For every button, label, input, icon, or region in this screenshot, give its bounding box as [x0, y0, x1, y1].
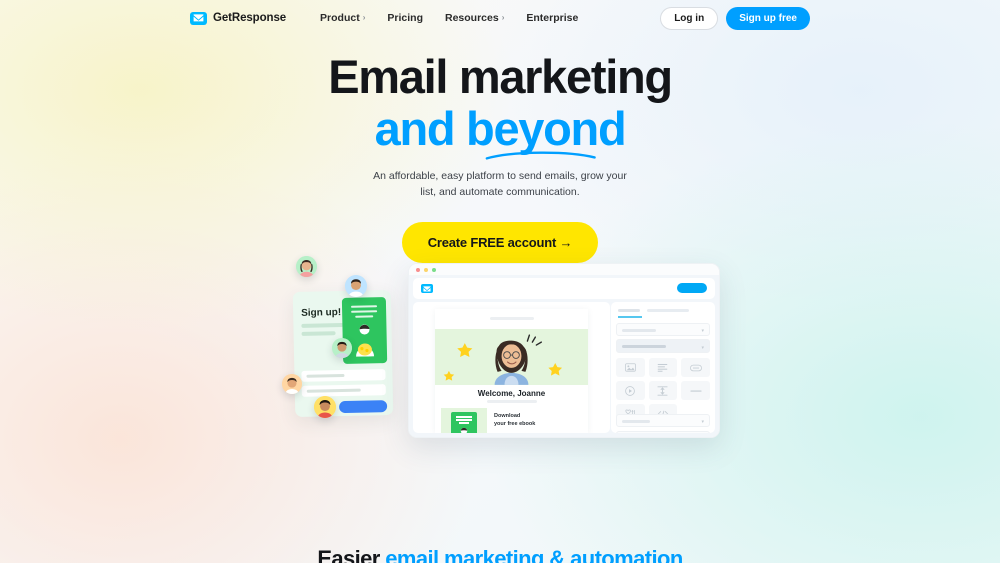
brand-logo[interactable]: GetResponse: [190, 11, 287, 25]
app-viewport: Welcome, Joanne Download your free ebook…: [409, 275, 719, 437]
next-section-heading: Easier email marketing & automation: [0, 546, 1000, 563]
header-actions: Log in Sign up free: [660, 6, 810, 30]
avatar: [332, 338, 352, 358]
placeholder-bar: [351, 310, 378, 313]
browser-title-bar: [409, 264, 719, 275]
signup-input-email[interactable]: [301, 369, 386, 382]
site-header: GetResponse Product › Pricing Resources …: [0, 0, 1000, 36]
nav-item-product[interactable]: Product ›: [320, 12, 365, 24]
ebook-text-line-1: Download: [494, 413, 521, 419]
traffic-light-maximize-icon: [432, 268, 436, 272]
avatar: [282, 374, 302, 394]
avatar-face: [332, 338, 352, 358]
envelope-icon: [421, 284, 433, 293]
signup-card-title: Sign up!: [301, 307, 342, 319]
nav-item-enterprise[interactable]: Enterprise: [526, 12, 578, 24]
page-title: Email marketing and beyond: [0, 50, 1000, 160]
avatar-face: [314, 396, 336, 418]
headline-line-1: Email marketing: [328, 50, 673, 103]
signup-input-name[interactable]: [301, 384, 386, 397]
woman-photo: [435, 329, 588, 385]
video-block-icon[interactable]: [616, 381, 645, 400]
landing-page: GetResponse Product › Pricing Resources …: [0, 0, 1000, 563]
nav-label: Pricing: [387, 12, 423, 24]
placeholder-bar: [486, 400, 537, 403]
brand-name: GetResponse: [213, 12, 287, 24]
email-header: [435, 309, 588, 329]
signup-card-submit-button[interactable]: [338, 400, 388, 414]
active-tab-underline: [618, 316, 642, 318]
placeholder-bar: [351, 305, 378, 308]
next-section-heading-accent: email marketing & automation: [385, 546, 683, 563]
sidebar-dropdown-4[interactable]: ▾: [616, 431, 710, 433]
divider-block-icon[interactable]: [681, 381, 710, 400]
ebook-thumbnail: [441, 408, 487, 433]
main-nav: Product › Pricing Resources › Enterprise: [320, 12, 578, 24]
chevron-down-icon: ▾: [701, 345, 704, 351]
sidebar-tab-settings[interactable]: [647, 309, 689, 312]
underline-swoosh-icon: [485, 151, 596, 160]
next-section-heading-dark: Easier: [317, 546, 386, 563]
signup-button[interactable]: Sign up free: [726, 6, 810, 30]
envelope-icon: [190, 11, 207, 25]
sidebar-tab-blocks[interactable]: [618, 309, 640, 312]
avatar: [345, 275, 367, 297]
placeholder-bar: [622, 420, 650, 423]
placeholder-bar: [306, 388, 361, 393]
person-illustration-icon: [356, 324, 375, 357]
ebook-text-line-2: your free ebook: [494, 421, 536, 428]
email-ebook-block: Download your free ebook: [441, 408, 582, 433]
button-block-icon[interactable]: [681, 358, 710, 377]
placeholder-bar: [301, 322, 344, 328]
placeholder-bar: [622, 329, 656, 332]
sidebar-dropdown-3[interactable]: ▾: [616, 414, 710, 427]
spacer-block-icon[interactable]: [648, 381, 678, 400]
chevron-right-icon: ›: [362, 13, 366, 22]
chevron-down-icon: ▾: [701, 419, 704, 425]
email-hero-image: [435, 329, 588, 385]
text-block-icon[interactable]: [648, 358, 678, 377]
traffic-light-minimize-icon: [424, 268, 428, 272]
ebook-text: Download your free ebook: [494, 408, 538, 433]
sidebar-dropdown-1[interactable]: ▾: [616, 323, 710, 336]
email-preview: Welcome, Joanne Download your free ebook: [435, 309, 588, 433]
avatar-face: [345, 275, 367, 297]
headline-line-2: and beyond: [374, 101, 627, 160]
ebook-cover-image: [451, 412, 477, 433]
editor-sidebar: ▾ ▾ ▾: [611, 302, 715, 433]
chevron-down-icon: ▾: [701, 328, 704, 334]
avatar-face: [296, 256, 317, 277]
app-primary-button[interactable]: [677, 283, 707, 293]
browser-window-mockup: Welcome, Joanne Download your free ebook…: [408, 263, 720, 438]
traffic-light-close-icon: [416, 268, 420, 272]
app-toolbar: [413, 278, 715, 299]
placeholder-bar: [622, 345, 666, 348]
placeholder-bar: [489, 317, 534, 320]
placeholder-bar: [306, 373, 345, 378]
placeholder-bar: [301, 331, 336, 336]
hero-section: Email marketing and beyond An affordable…: [0, 50, 1000, 280]
nav-label: Resources: [444, 12, 499, 24]
hero-subtitle: An affordable, easy platform to send ema…: [373, 169, 627, 198]
headline-line-2-text: and beyond: [374, 101, 627, 155]
nav-label: Product: [320, 12, 360, 24]
nav-label: Enterprise: [526, 12, 579, 24]
email-canvas: Welcome, Joanne Download your free ebook: [413, 302, 610, 433]
login-button[interactable]: Log in: [660, 6, 719, 30]
image-block-icon[interactable]: [616, 358, 645, 377]
email-welcome-text: Welcome, Joanne: [477, 389, 546, 398]
nav-item-pricing[interactable]: Pricing: [387, 12, 423, 24]
placeholder-bar: [355, 315, 374, 318]
avatar: [296, 256, 317, 277]
hero-illustration: Sign up! Welcome, Joanne Download your f…: [0, 255, 1000, 500]
chevron-right-icon: ›: [501, 13, 505, 22]
avatar-face: [282, 374, 302, 394]
sidebar-dropdown-2[interactable]: ▾: [616, 339, 710, 353]
nav-item-resources[interactable]: Resources ›: [445, 12, 504, 24]
avatar: [314, 396, 336, 418]
